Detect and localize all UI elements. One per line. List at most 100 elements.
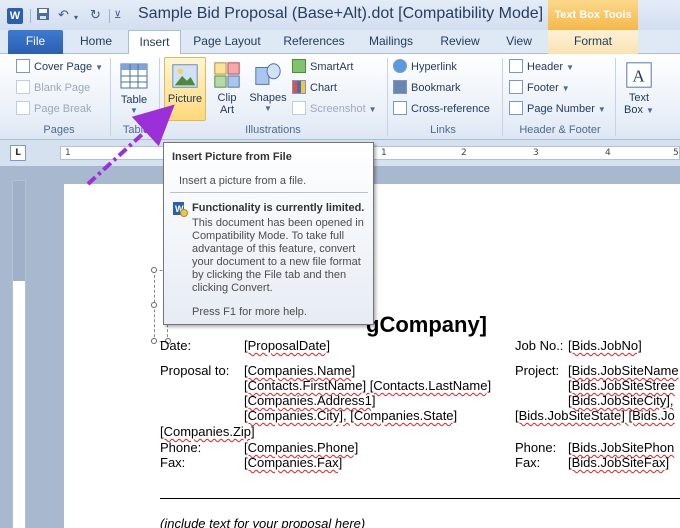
company-heading: gCompany] [366,312,487,337]
proposal-line[interactable]: [Contacts.FirstName] [Contacts.LastName] [244,378,491,393]
undo-icon[interactable]: ↶ [58,7,69,25]
vertical-ruler[interactable] [12,180,26,528]
qa-separator [30,9,31,23]
site-phone-label: Phone: [515,440,557,455]
tab-references[interactable]: References [276,30,352,54]
tab-format[interactable]: Format [548,30,638,54]
save-icon[interactable] [36,7,50,25]
proposal-body-placeholder[interactable]: (include text for your proposal here) [160,516,365,528]
document-title: Sample Bid Proposal (Base+Alt).dot [Comp… [138,5,561,22]
dropdown-arrow-icon: ▼ [264,104,272,113]
qa-separator [109,9,110,23]
group-separator [159,58,160,136]
svg-text:A: A [632,67,645,86]
header-button[interactable]: Header ▼ [509,58,574,76]
picture-icon [172,64,198,88]
picture-button[interactable]: Picture [164,57,206,121]
fax-field[interactable]: [Companies.Fax] [244,455,342,470]
page-number-button[interactable]: Page Number ▼ [509,100,606,118]
group-separator [615,58,616,136]
cover-page-icon [16,59,30,73]
tooltip-divider [170,192,368,193]
tooltip-warning-body: This document has been opened in Compati… [192,217,364,294]
hyperlink-button[interactable]: Hyperlink [393,58,457,76]
site-phone-field[interactable]: [Bids.JobSitePhon [568,440,674,455]
group-label-pages: Pages [43,124,75,136]
clip-art-button[interactable]: Clip Art [212,57,242,116]
redo-icon[interactable]: ↻ [90,7,101,25]
smartart-icon [292,59,306,73]
page-break-icon [16,101,30,115]
title-bar: W ↶ ▾ ↻ ⊻ Sample Bid Proposal (Base+Alt)… [0,0,680,30]
tab-home[interactable]: Home [72,30,120,54]
footer-button[interactable]: Footer ▼ [509,79,570,97]
cross-reference-icon [393,101,407,115]
screenshot-icon [292,101,306,115]
dropdown-arrow-icon: ▼ [130,106,138,115]
dropdown-arrow-icon: ▼ [646,106,654,115]
date-label: Date: [160,338,192,353]
ribbon: Cover Page ▼ Blank Page Page Break Pages … [0,54,680,140]
phone-label: Phone: [160,440,202,455]
bookmark-icon [393,80,407,94]
chart-icon [292,80,306,94]
project-label: Project: [515,363,560,378]
table-icon [120,63,148,89]
fax-label: Fax: [160,455,186,470]
tab-insert[interactable]: Insert [128,30,181,55]
ribbon-tabs: File Home Insert Page Layout References … [0,30,680,55]
tooltip-help: Press F1 for more help. [192,306,307,318]
blank-page-icon [16,80,30,94]
tab-page-layout[interactable]: Page Layout [186,30,268,54]
shapes-button[interactable]: Shapes ▼ [248,57,288,113]
table-button[interactable]: Table ▼ [114,57,154,115]
blank-page-button[interactable]: Blank Page [16,79,90,97]
site-fax-field[interactable]: [Bids.JobSiteFax] [568,455,669,470]
proposal-line[interactable]: [Companies.Name] [244,363,355,378]
tab-review[interactable]: Review [432,30,488,54]
page-break-button[interactable]: Page Break [16,100,91,118]
resize-handle[interactable] [151,338,157,344]
screenshot-button[interactable]: Screenshot ▼ [292,100,377,118]
project-line[interactable]: [Bids.JobSiteCity], [568,393,674,408]
cover-page-button[interactable]: Cover Page ▼ [16,58,103,76]
date-field[interactable]: [ProposalDate] [244,338,330,353]
job-no-field[interactable]: [Bids.JobNo] [568,338,642,353]
group-label-illustrations: Illustrations [245,124,301,136]
group-label-header-footer: Header & Footer [519,124,601,136]
tooltip-description: Insert a picture from a file. [179,175,307,187]
undo-dropdown-icon[interactable]: ▾ [74,9,78,27]
shapes-icon [255,63,281,85]
cross-reference-button[interactable]: Cross-reference [393,100,490,118]
dropdown-arrow-icon: ▼ [597,105,606,114]
job-no-label: Job No.: [515,338,564,353]
proposal-line[interactable]: [Companies.City], [Companies.State] [244,408,457,423]
tab-mailings[interactable]: Mailings [360,30,422,54]
tab-view[interactable]: View [496,30,542,54]
bookmark-button[interactable]: Bookmark [393,79,461,97]
proposal-line[interactable]: [Companies.Address1] [244,393,376,408]
customize-qat-icon[interactable]: ⊻ [114,7,121,25]
resize-handle[interactable] [151,267,157,273]
tab-file[interactable]: File [8,30,63,54]
horizontal-rule [160,498,680,499]
phone-field[interactable]: [Companies.Phone] [244,440,358,455]
text-box-icon: A [626,62,652,88]
picture-tooltip: Insert Picture from File Insert a pictur… [163,142,374,325]
dropdown-arrow-icon: ▼ [566,63,574,72]
chart-button[interactable]: Chart [292,79,337,97]
zip-field[interactable]: [Companies.Zip] [160,424,255,439]
footer-icon [509,80,523,94]
resize-handle[interactable] [151,302,157,308]
tab-selector[interactable]: L [10,145,26,161]
project-state-line[interactable]: [Bids.JobSiteState] [Bids.Jo [515,408,675,423]
text-box-tools-context: Text Box Tools [548,0,638,30]
site-fax-label: Fax: [515,455,541,470]
group-separator [387,58,388,136]
smartart-button[interactable]: SmartArt [292,58,353,76]
word-app-icon[interactable]: W [7,8,23,24]
dropdown-arrow-icon: ▼ [561,84,570,93]
text-box-button[interactable]: A Text Box ▼ [620,57,658,116]
project-line[interactable]: [Bids.JobSiteName [568,363,679,378]
project-line[interactable]: [Bids.JobSiteStree [568,378,675,393]
